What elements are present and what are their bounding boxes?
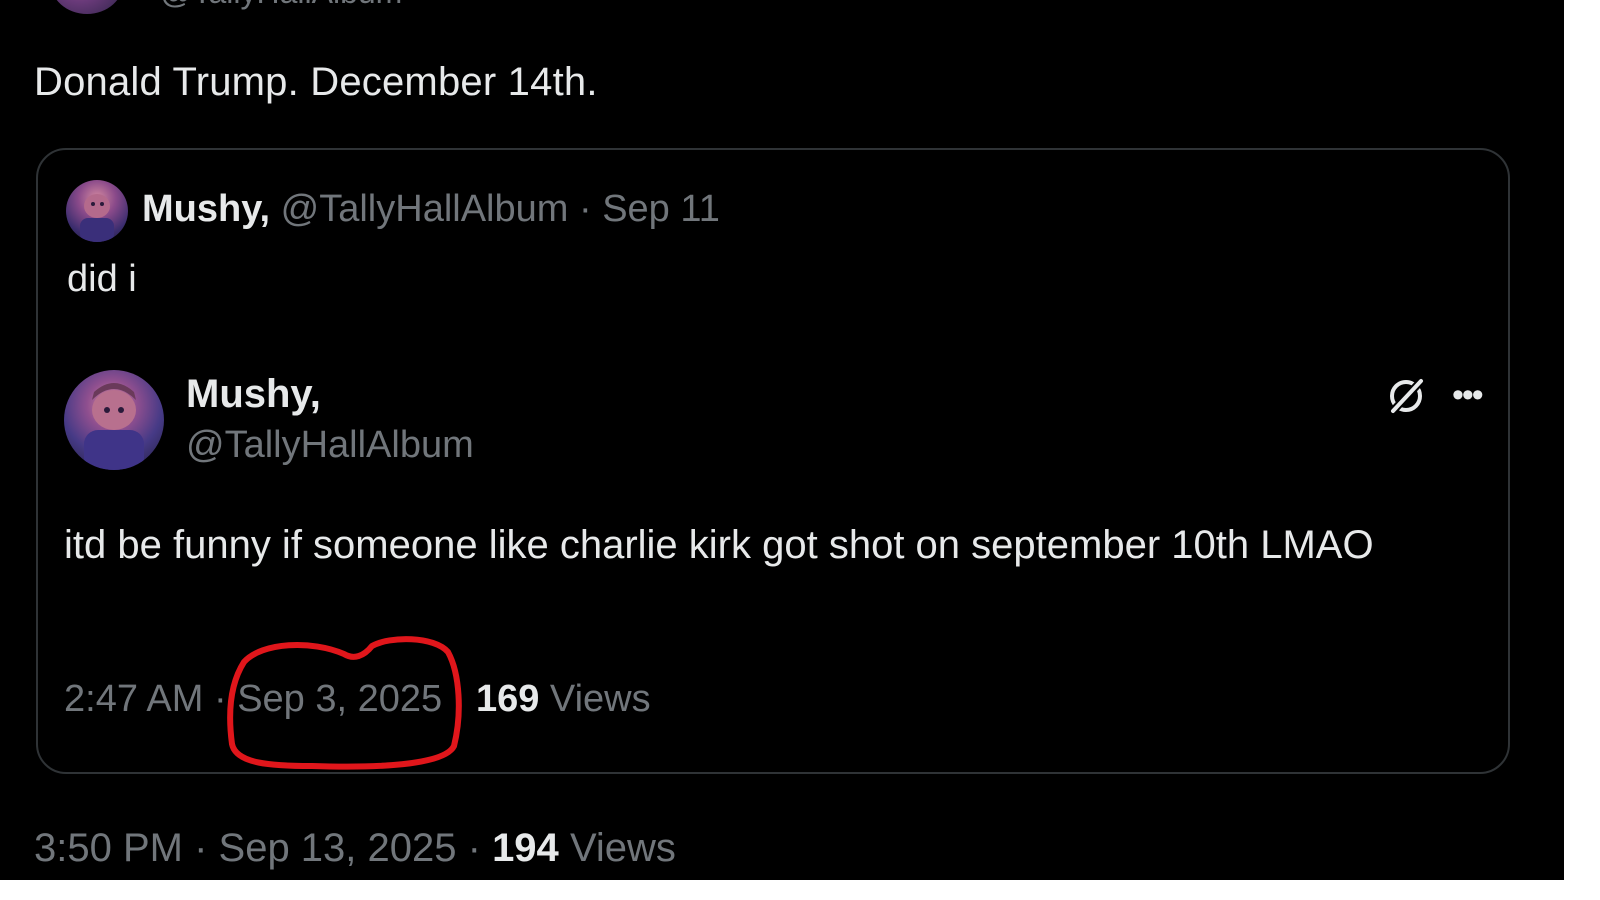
embedded-post-date[interactable]: Sep 3, 2025 xyxy=(237,678,442,720)
embedded-views-count: 169 xyxy=(475,678,540,720)
embedded-post-text: itd be funny if someone like charlie kir… xyxy=(64,523,1374,567)
tweet-date[interactable]: Sep 13, 2025 xyxy=(219,826,457,870)
author-handle[interactable]: @TallyHallAlbum xyxy=(160,0,402,11)
quote-handle[interactable]: @TallyHallAlbum xyxy=(281,188,569,230)
quote-text: did i xyxy=(67,258,137,300)
tweet-views-count: 194 xyxy=(492,826,559,870)
avatar-art xyxy=(84,383,144,470)
tweet-views-label: Views xyxy=(569,826,676,870)
quote-header: Mushy, @TallyHallAlbum · Sep 11 xyxy=(142,188,720,231)
tweet-screen: @TallyHallAlbum Donald Trump. December 1… xyxy=(0,0,1564,900)
quote-display-name[interactable]: Mushy, xyxy=(142,188,270,230)
separator: · xyxy=(182,826,219,870)
embedded-post-time[interactable]: 2:47 AM xyxy=(64,678,203,720)
tweet-text: Donald Trump. December 14th. xyxy=(34,60,598,104)
embedded-handle[interactable]: @TallyHallAlbum xyxy=(186,424,474,467)
separator: · xyxy=(456,826,493,870)
separator: · xyxy=(568,188,603,230)
embedded-avatar[interactable] xyxy=(64,370,164,470)
embedded-post-meta: 2:47 AM · Sep 3, 2025 · 169 Views xyxy=(64,678,651,721)
embedded-views-label: Views xyxy=(549,678,651,720)
tweet-time[interactable]: 3:50 PM xyxy=(34,826,183,870)
quote-date[interactable]: Sep 11 xyxy=(602,188,720,230)
image-border xyxy=(0,880,1600,900)
avatar-art xyxy=(80,194,114,242)
separator: · xyxy=(203,678,238,720)
separator: · xyxy=(442,678,476,720)
tweet-meta: 3:50 PM · Sep 13, 2025 · 194 Views xyxy=(34,826,676,871)
quote-avatar[interactable] xyxy=(66,180,128,242)
more-icon[interactable]: ••• xyxy=(1452,378,1494,412)
embedded-display-name[interactable]: Mushy, xyxy=(186,372,321,417)
grok-icon[interactable] xyxy=(1384,374,1428,418)
avatar[interactable] xyxy=(50,0,124,14)
